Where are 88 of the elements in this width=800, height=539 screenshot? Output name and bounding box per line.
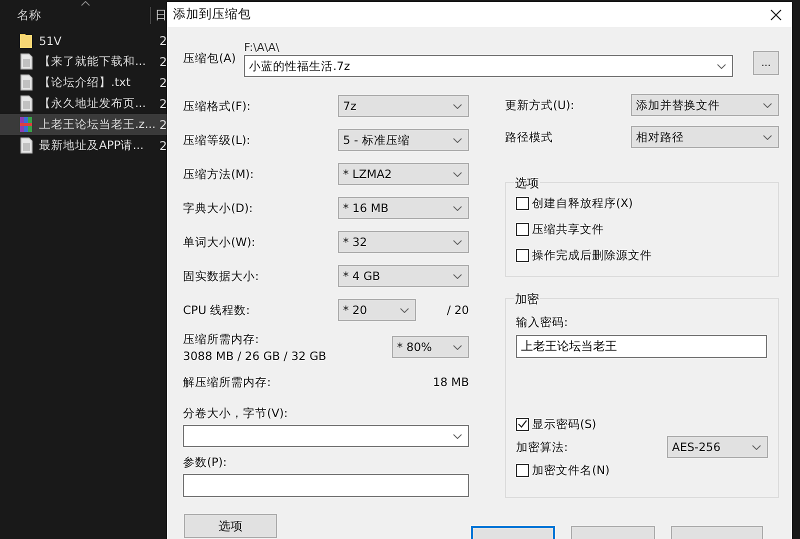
archive-icon [19, 116, 33, 133]
field-label: 压缩等级(L): [183, 132, 250, 148]
chevron-down-icon [453, 104, 462, 108]
memory-value: 18 MB [432, 375, 469, 389]
thread-total: / 20 [446, 303, 469, 317]
file-name: 上老王论坛当老王.z... [39, 117, 157, 132]
field-label: 压缩格式(F): [183, 98, 250, 114]
checkbox[interactable] [516, 196, 529, 210]
chevron-down-icon [763, 102, 772, 108]
checkbox[interactable] [516, 464, 529, 476]
password-field[interactable]: 上老王论坛当老王 [516, 335, 767, 358]
checkbox[interactable] [516, 248, 529, 262]
column-header[interactable]: 名称 [17, 6, 150, 24]
volume-size-dropdown[interactable] [183, 425, 469, 447]
file-row[interactable]: 【来了就能下载和... 2 [0, 51, 167, 72]
dropdown[interactable]: AES-256 [667, 436, 768, 458]
file-name: 【论坛介绍】.txt [39, 75, 132, 90]
chevron-down-icon [453, 434, 462, 438]
browse-button[interactable]: ... [753, 51, 779, 75]
chevron-down-icon [453, 172, 462, 176]
file-date: 2 [159, 34, 167, 48]
close-icon [770, 8, 782, 20]
file-row[interactable]: 【永久地址发布页... 2 [0, 93, 167, 114]
chevron-down-icon [717, 64, 726, 68]
document-icon [19, 95, 33, 112]
checkbox-label: 操作完成后删除源文件 [532, 248, 652, 262]
document-icon [19, 74, 33, 91]
file-date: 2 [159, 96, 167, 110]
field-label: 加密算法: [516, 440, 568, 454]
field-label: 压缩包(A) [183, 50, 237, 66]
dropdown[interactable]: * 20 [338, 299, 416, 321]
field-label: 压缩所需内存: [183, 332, 260, 346]
dropdown[interactable]: 7z [338, 95, 469, 117]
checkbox[interactable] [516, 222, 529, 236]
field-label: 字典大小(D): [183, 200, 253, 216]
dropdown[interactable]: 相对路径 [631, 126, 779, 148]
document-icon [19, 53, 33, 70]
dropdown[interactable]: * 80% [392, 336, 469, 358]
file-name: 51V [39, 34, 63, 48]
field-label: 压缩方法(M): [183, 166, 254, 182]
checkbox-label: 压缩共享文件 [532, 222, 604, 236]
field-label: 固实数据大小: [183, 268, 259, 284]
file-name: 【永久地址发布页... [39, 96, 147, 111]
field-label: 解压缩所需内存: [183, 374, 271, 390]
field-label: 分卷大小，字节(V): [183, 406, 289, 421]
dropdown[interactable]: 5 - 标准压缩 [338, 129, 469, 151]
file-date: 2 [159, 76, 167, 90]
chevron-down-icon [453, 274, 462, 278]
dropdown[interactable]: * LZMA2 [338, 163, 469, 185]
window-title: 添加到压缩包 [173, 6, 251, 23]
memory-usage: 3088 MB / 26 GB / 32 GB [183, 348, 326, 362]
checkbox-label: 加密文件名(N) [532, 462, 610, 478]
field-label: 输入密码: [516, 315, 569, 330]
field-label: 更新方式(U): [505, 98, 574, 112]
dropdown[interactable]: 添加并替换文件 [631, 94, 779, 116]
chevron-down-icon [763, 134, 772, 140]
file-date: 2 [159, 118, 167, 132]
file-name: 【来了就能下载和... [39, 54, 147, 69]
dropdown[interactable]: * 4 GB [338, 265, 469, 287]
parameters-field[interactable] [183, 474, 469, 497]
file-date: 2 [159, 138, 167, 152]
chevron-down-icon [453, 240, 462, 244]
document-icon [19, 137, 33, 154]
file-row[interactable]: 51V 2 [0, 30, 167, 51]
folder-icon [19, 32, 33, 49]
dropdown[interactable]: * 16 MB [338, 197, 469, 219]
options-button[interactable]: 选项 [184, 514, 277, 538]
field-label: 路径模式 [505, 130, 553, 144]
chevron-down-icon [400, 308, 409, 312]
checkbox-label: 创建自释放程序(X) [532, 196, 633, 210]
chevron-down-icon [453, 344, 462, 350]
dropdown[interactable]: * 32 [338, 231, 469, 253]
archive-name-field[interactable]: 小蓝的性福生活.7z [244, 55, 733, 77]
field-label: 单词大小(W): [183, 234, 256, 250]
checkbox[interactable] [516, 418, 529, 430]
field-label: CPU 线程数: [183, 302, 250, 318]
file-date: 2 [159, 54, 167, 68]
file-row[interactable]: 上老王论坛当老王.z... 2 [0, 114, 167, 135]
file-row[interactable]: 【论坛介绍】.txt 2 [0, 72, 167, 93]
checkbox-label: 显示密码(S) [532, 416, 596, 432]
folder-path: F:\A\A\ [244, 41, 280, 54]
chevron-down-icon [752, 444, 761, 450]
group-title: 选项 [514, 175, 540, 192]
file-row[interactable]: 最新地址及APP请... 2 [0, 135, 167, 156]
chevron-down-icon [453, 206, 462, 210]
field-label: 参数(P): [183, 455, 228, 470]
file-name: 最新地址及APP请... [39, 138, 145, 153]
chevron-down-icon [453, 138, 462, 142]
